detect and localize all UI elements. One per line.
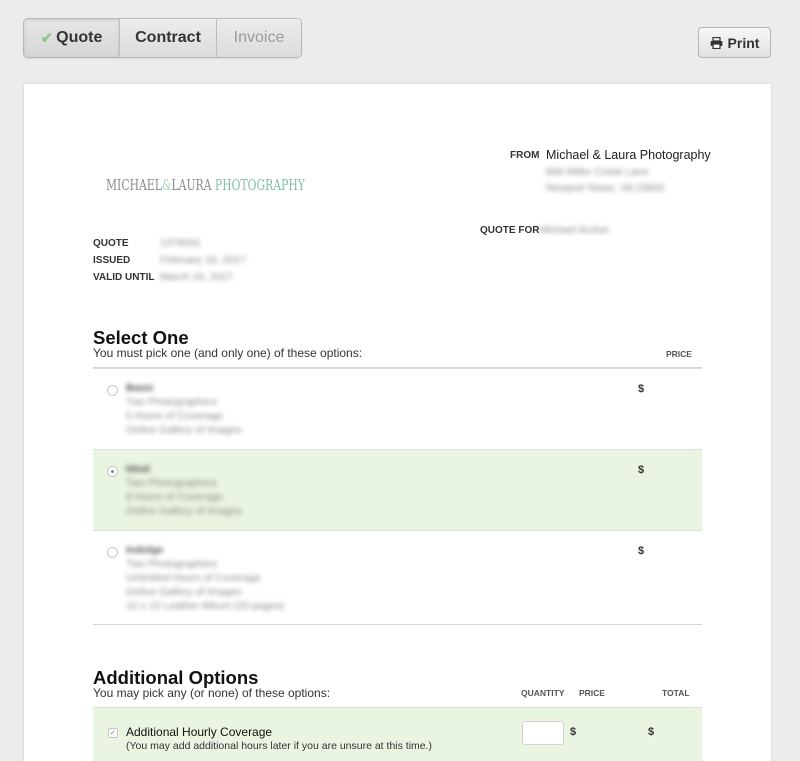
price-column-header: PRICE — [666, 349, 692, 359]
checkmark-icon: ✔ — [40, 30, 54, 47]
package-detail: 10 x 10 Leather Album (20 pages) — [126, 600, 285, 612]
addon-checkbox[interactable]: ✓ — [108, 728, 118, 738]
addon-note: (You may add additional hours later if y… — [126, 740, 433, 752]
package-detail: Two Photographers — [126, 558, 218, 570]
package-detail: Online Gallery of Images — [126, 505, 242, 517]
print-label: Print — [727, 34, 760, 51]
package-detail: Two Photographers — [126, 396, 218, 408]
tab-invoice-label: Invoice — [233, 29, 285, 46]
package-details: Ideal Two Photographers 8 Hours of Cover… — [126, 462, 242, 518]
addon-title: Additional Hourly Coverage — [126, 725, 273, 739]
logo-text-2: LAURA — [171, 176, 212, 194]
package-details: Basic Two Photographers 5 Hours of Cover… — [126, 381, 242, 437]
additional-options-subtitle: You may pick any (or none) of these opti… — [93, 686, 331, 700]
tab-quote[interactable]: ✔ Quote — [24, 19, 120, 57]
package-detail: Unlimited Hours of Coverage — [126, 572, 261, 584]
radio-ideal[interactable] — [107, 466, 118, 477]
printer-icon — [710, 36, 722, 49]
package-detail: Online Gallery of Images — [126, 586, 242, 598]
addon-total-currency: $ — [648, 726, 655, 738]
quote-number-value: 1376041 — [160, 237, 201, 249]
from-label: FROM — [510, 150, 540, 161]
tab-contract-label: Contract — [135, 29, 201, 46]
package-name: Basic — [126, 382, 155, 394]
package-details: Indulge Two Photographers Unlimited Hour… — [126, 543, 284, 613]
package-option-indulge[interactable]: Indulge Two Photographers Unlimited Hour… — [93, 530, 702, 624]
package-name: Indulge — [126, 544, 164, 556]
from-address-line2: Newport News, VA 23602 — [546, 182, 665, 194]
addon-hourly-coverage: ✓ Additional Hourly Coverage (You may ad… — [93, 707, 702, 761]
logo-amp: & — [161, 176, 172, 194]
package-detail: Online Gallery of Images — [126, 424, 242, 436]
logo-text-1: MICHAEL — [106, 176, 162, 194]
issued-label: ISSUED — [93, 255, 131, 266]
tab-contract[interactable]: Contract — [120, 19, 217, 57]
document-tabs: ✔ Quote Contract Invoice — [23, 18, 302, 58]
divider — [93, 624, 702, 625]
from-name: Michael & Laura Photography — [546, 148, 711, 162]
select-one-subtitle: You must pick one (and only one) of thes… — [93, 346, 363, 360]
print-button[interactable]: Print — [698, 27, 771, 58]
price-currency: $ — [638, 545, 645, 557]
issued-value: February 16, 2017 — [160, 254, 246, 266]
price-column-header: PRICE — [579, 688, 605, 698]
total-column-header: TOTAL — [662, 688, 690, 698]
package-name: Ideal — [126, 463, 150, 475]
addon-price-currency: $ — [570, 726, 577, 738]
quantity-column-header: QUANTITY — [521, 688, 565, 698]
valid-until-value: March 19, 2017 — [160, 271, 233, 283]
quantity-input[interactable] — [522, 721, 564, 745]
package-option-ideal[interactable]: Ideal Two Photographers 8 Hours of Cover… — [93, 449, 702, 530]
quote-for-value: Michael Archer — [540, 224, 610, 236]
quote-document: MICHAEL&LAURA PHOTOGRAPHY FROM Michael &… — [24, 84, 771, 761]
package-detail: 5 Hours of Coverage — [126, 410, 223, 422]
package-detail: Two Photographers — [126, 477, 218, 489]
valid-until-label: VALID UNTIL — [93, 272, 155, 283]
quote-number-label: QUOTE — [93, 238, 129, 249]
studio-logo: MICHAEL&LAURA PHOTOGRAPHY — [106, 176, 305, 194]
from-address-line1: 868 Miller Creek Lane — [546, 166, 649, 178]
radio-basic[interactable] — [107, 385, 118, 396]
package-option-basic[interactable]: Basic Two Photographers 5 Hours of Cover… — [93, 368, 702, 449]
tab-invoice[interactable]: Invoice — [217, 19, 301, 57]
price-currency: $ — [638, 464, 645, 476]
package-detail: 8 Hours of Coverage — [126, 491, 223, 503]
logo-text-3: PHOTOGRAPHY — [214, 176, 305, 194]
price-currency: $ — [638, 383, 645, 395]
radio-indulge[interactable] — [107, 547, 118, 558]
quote-for-label: QUOTE FOR — [480, 225, 540, 236]
tab-quote-label: Quote — [56, 29, 103, 46]
